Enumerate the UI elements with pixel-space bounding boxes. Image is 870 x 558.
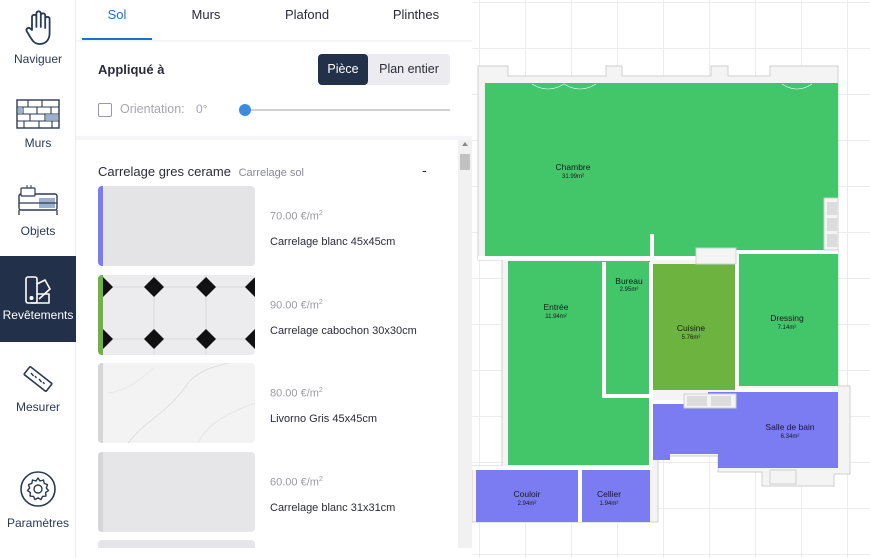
room-label-couloir: Couloir: [514, 489, 541, 499]
apply-whole-plan-button[interactable]: Plan entier: [368, 54, 450, 85]
tab-sol[interactable]: Sol: [82, 0, 152, 40]
room-label-cellier: Cellier: [597, 489, 621, 499]
product-list-scrollbar[interactable]: [458, 140, 472, 548]
product-list: Carrelage gres cerame Carrelage sol - 70…: [76, 140, 458, 548]
product-swatch: [98, 363, 255, 443]
product-swatch: [98, 540, 255, 548]
product-swatch: [98, 186, 255, 266]
selection-bar: [98, 452, 103, 532]
orientation-value: 0°: [196, 102, 208, 116]
room-label-bureau: Bureau: [615, 276, 643, 286]
product-name: Livorno Gris 45x45cm: [270, 413, 377, 425]
furniture-icon: [18, 185, 58, 215]
room-area-bureau: 2.95m²: [620, 287, 639, 293]
selection-bar: [98, 275, 103, 355]
room-area-cuisine: 5.76m²: [682, 335, 701, 341]
selection-bar: [98, 186, 103, 266]
apply-settings: Appliqué à Pièce Plan entier Orientation…: [76, 42, 472, 136]
category-title: Carrelage gres cerame: [98, 164, 231, 179]
bathtub-icon: [769, 469, 797, 485]
tool-murs[interactable]: Murs: [0, 92, 76, 178]
left-toolbar: Naviguer Murs Objets Revêtements Mesurer…: [0, 0, 84, 558]
tool-label: Mesurer: [15, 400, 60, 414]
brick-wall-icon: [16, 99, 60, 129]
room-label-entree: Entrée: [543, 302, 568, 312]
marble-pattern: [107, 363, 255, 443]
room-area-entree: 11.94m²: [545, 314, 567, 320]
tool-naviguer[interactable]: Naviguer: [0, 4, 76, 90]
product-item[interactable]: [98, 540, 438, 548]
room-area-couloir: 2.94m²: [518, 501, 537, 507]
room-chambre[interactable]: [485, 83, 838, 257]
category-subtitle: Carrelage sol: [238, 167, 304, 179]
closet-shelf: [827, 234, 837, 247]
room-label-cuisine: Cuisine: [677, 323, 706, 333]
room-area-salle-de-bain: 6.34m²: [781, 434, 800, 440]
coverings-panel: Sol Murs Plafond Plinthes Appliqué à Piè…: [76, 0, 472, 548]
paint-swatch-icon: [25, 276, 51, 304]
room-area-dressing: 7.14m²: [778, 325, 797, 331]
closet-shelf: [827, 218, 837, 231]
sink-icon: [711, 396, 731, 406]
orientation-slider[interactable]: [244, 109, 450, 111]
product-price: 80.00 €/m2: [270, 387, 323, 400]
category-collapse-button[interactable]: -: [422, 162, 427, 178]
category-header[interactable]: Carrelage gres cerame Carrelage sol: [98, 164, 304, 179]
room-label-salle-de-bain: Salle de bain: [765, 422, 814, 432]
product-price: 70.00 €/m2: [270, 210, 323, 223]
orientation-checkbox[interactable]: [98, 103, 112, 117]
product-item[interactable]: 90.00 €/m2 Carrelage cabochon 30x30cm: [98, 275, 438, 355]
room-area-cellier: 1.94m²: [600, 501, 619, 507]
tool-label: Paramètres: [6, 516, 70, 530]
product-name: Carrelage blanc 31x31cm: [270, 502, 396, 514]
apply-scope-toggle: Pièce Plan entier: [318, 54, 450, 85]
floor-plan: Chambre 31.99m² Entrée 11.94m² Bureau 2.…: [472, 65, 851, 523]
orientation-label: Orientation:: [120, 102, 185, 116]
room-label-dressing: Dressing: [770, 313, 804, 323]
room-label-chambre: Chambre: [556, 162, 591, 172]
product-item[interactable]: 80.00 €/m2 Livorno Gris 45x45cm: [98, 363, 438, 443]
tool-label: Naviguer: [13, 52, 63, 66]
closet-shelf: [827, 202, 837, 215]
surface-tabs: Sol Murs Plafond Plinthes: [76, 0, 472, 40]
product-swatch: [98, 452, 255, 532]
ruler-icon: [23, 366, 53, 392]
gear-icon: [20, 471, 56, 507]
cabochon-pattern: [103, 275, 255, 355]
orientation-slider-thumb[interactable]: [239, 104, 251, 116]
apply-label: Appliqué à: [98, 62, 165, 77]
apply-room-button[interactable]: Pièce: [318, 54, 368, 85]
product-item[interactable]: 70.00 €/m2 Carrelage blanc 45x45cm: [98, 186, 438, 266]
tool-objets[interactable]: Objets: [0, 180, 76, 266]
product-name: Carrelage blanc 45x45cm: [270, 236, 396, 248]
stove-icon: [687, 396, 707, 406]
selection-bar: [98, 363, 103, 443]
tool-label: Revêtements: [2, 308, 74, 322]
wall-block: [695, 247, 737, 265]
room-area-chambre: 31.99m²: [562, 174, 584, 180]
product-price: 60.00 €/m2: [270, 476, 323, 489]
tab-plafond[interactable]: Plafond: [272, 0, 342, 40]
product-item[interactable]: 60.00 €/m2 Carrelage blanc 31x31cm: [98, 452, 438, 532]
tool-mesurer[interactable]: Mesurer: [0, 358, 76, 444]
tool-label: Objets: [20, 224, 56, 238]
scroll-up-arrow-icon[interactable]: [462, 142, 468, 146]
product-name: Carrelage cabochon 30x30cm: [270, 325, 417, 337]
scroll-thumb[interactable]: [460, 154, 470, 170]
product-swatch: [98, 275, 255, 355]
tab-plinthes[interactable]: Plinthes: [374, 0, 458, 40]
product-price: 90.00 €/m2: [270, 299, 323, 312]
floor-plan-canvas[interactable]: Chambre 31.99m² Entrée 11.94m² Bureau 2.…: [472, 0, 870, 558]
tool-revetements[interactable]: Revêtements: [0, 256, 84, 342]
tool-parametres[interactable]: Paramètres: [0, 470, 76, 556]
hand-icon: [25, 10, 51, 45]
tab-murs[interactable]: Murs: [174, 0, 238, 40]
tool-label: Murs: [24, 136, 52, 150]
